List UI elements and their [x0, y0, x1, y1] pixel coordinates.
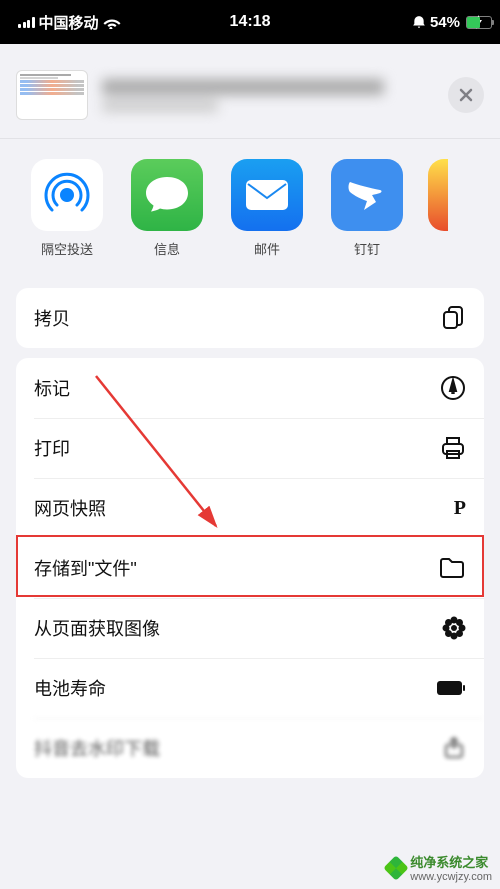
share-app-messages[interactable]: 信息 — [128, 159, 206, 258]
close-button[interactable] — [448, 77, 484, 113]
action-label: 存储到"文件" — [34, 555, 137, 581]
app-label: 钉钉 — [354, 239, 380, 258]
action-label: 抖音去水印下载 — [34, 735, 160, 761]
document-thumbnail[interactable] — [16, 70, 88, 120]
watermark-brand: 纯净系统之家 — [410, 852, 492, 871]
document-title-blurred — [102, 79, 434, 112]
watermark-logo-icon — [384, 855, 409, 880]
app-label: 邮件 — [254, 239, 280, 258]
copy-icon — [440, 305, 466, 331]
action-markup[interactable]: 标记 — [16, 358, 484, 418]
mail-icon — [231, 159, 303, 231]
action-get-image-from-page[interactable]: 从页面获取图像 — [16, 598, 484, 658]
folder-icon — [438, 557, 466, 579]
share-sheet: 隔空投送 信息 邮件 钉钉 拷贝 — [0, 52, 500, 889]
battery-pct: 54% — [430, 14, 460, 31]
share-app-mail[interactable]: 邮件 — [228, 159, 306, 258]
carrier-label: 中国移动 — [39, 12, 99, 33]
airdrop-icon — [31, 159, 103, 231]
flower-icon — [442, 616, 466, 640]
share-app-airdrop[interactable]: 隔空投送 — [28, 159, 106, 258]
status-bar: 中国移动 14:18 54% — [0, 0, 500, 44]
messages-icon — [131, 159, 203, 231]
action-label: 标记 — [34, 375, 70, 401]
signal-icon — [18, 17, 35, 28]
action-web-snapshot[interactable]: 网页快照 P — [16, 478, 484, 538]
action-battery-life[interactable]: 电池寿命 — [16, 658, 484, 718]
action-douyin-watermark[interactable]: 抖音去水印下载 — [16, 718, 484, 778]
action-label: 网页快照 — [34, 495, 106, 521]
action-copy[interactable]: 拷贝 — [16, 288, 484, 348]
action-group-main: 标记 打印 网页快照 P 存储到"文件" 从页面获取图像 电池寿命 抖音去水印下… — [16, 358, 484, 778]
action-label: 打印 — [34, 435, 70, 461]
action-label: 从页面获取图像 — [34, 615, 160, 641]
action-group-copy: 拷贝 — [16, 288, 484, 348]
action-label: 拷贝 — [34, 305, 70, 331]
close-icon — [459, 88, 473, 102]
battery-icon — [466, 16, 492, 29]
app-label: 隔空投送 — [41, 239, 93, 258]
share-app-weibo[interactable] — [428, 159, 448, 258]
action-save-to-files[interactable]: 存储到"文件" — [16, 538, 484, 598]
weibo-icon — [428, 159, 448, 231]
print-icon — [440, 435, 466, 461]
watermark: 纯净系统之家 www.ycwjzy.com — [387, 852, 492, 883]
dingtalk-icon — [331, 159, 403, 231]
action-label: 电池寿命 — [34, 675, 106, 701]
clock-label: 14:18 — [230, 13, 271, 31]
action-print[interactable]: 打印 — [16, 418, 484, 478]
share-app-dingtalk[interactable]: 钉钉 — [328, 159, 406, 258]
app-label: 信息 — [154, 239, 180, 258]
battery-full-icon — [436, 680, 466, 696]
alarm-icon — [412, 15, 426, 29]
p-icon: P — [454, 497, 466, 520]
share-apps-row: 隔空投送 信息 邮件 钉钉 — [0, 139, 500, 278]
share-icon — [442, 736, 466, 760]
markup-icon — [440, 375, 466, 401]
watermark-url: www.ycwjzy.com — [410, 871, 492, 883]
wifi-icon — [103, 16, 121, 29]
